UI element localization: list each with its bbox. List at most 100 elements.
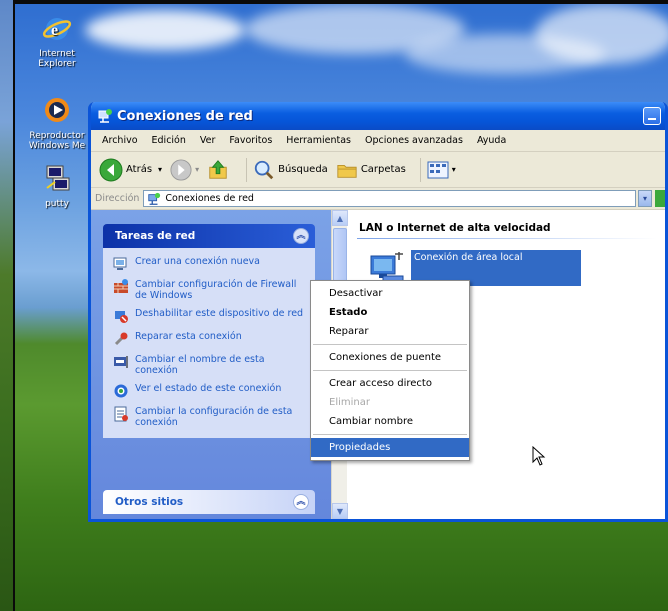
folders-button-label: Carpetas — [360, 164, 406, 175]
back-arrow-icon — [99, 158, 123, 181]
desktop-icon-label: Reproductor Windows Me — [28, 131, 86, 151]
address-field[interactable]: Conexiones de red — [143, 190, 636, 207]
network-tasks-panel: Tareas de red ︽ Crear una conexión nueva — [103, 224, 315, 438]
mouse-cursor-icon — [532, 446, 546, 466]
context-menu: Desactivar Estado Reparar Conexiones de … — [310, 280, 470, 461]
task-label: Ver el estado de este conexión — [135, 383, 282, 394]
task-firewall-settings[interactable]: Cambiar configuración de Firewall de Win… — [113, 279, 307, 301]
new-connection-icon — [113, 257, 127, 270]
task-change-settings[interactable]: Cambiar la configuración de esta conexió… — [113, 406, 307, 428]
group-divider — [357, 238, 657, 239]
task-repair-connection[interactable]: Reparar esta conexión — [113, 331, 307, 347]
menu-ver[interactable]: Ver — [193, 135, 223, 146]
task-view-status[interactable]: Ver el estado de este conexión — [113, 383, 307, 399]
collapse-chevron-icon[interactable]: ︽ — [293, 228, 309, 244]
views-dropdown-icon[interactable]: ▾ — [452, 165, 456, 174]
internet-explorer-icon: e — [42, 18, 72, 40]
menu-archivo[interactable]: Archivo — [95, 135, 145, 146]
task-label: Cambiar configuración de Firewall de Win… — [135, 279, 297, 301]
task-pane: Tareas de red ︽ Crear una conexión nueva — [91, 210, 331, 519]
toolbar-separator — [246, 157, 248, 182]
other-places-title: Otros sitios — [115, 496, 184, 508]
desktop-icon-putty[interactable]: putty — [28, 162, 86, 209]
task-label: Cambiar la configuración de esta conexió… — [135, 406, 293, 428]
menu-favoritos[interactable]: Favoritos — [222, 135, 279, 146]
back-dropdown-icon[interactable]: ▾ — [158, 165, 162, 174]
window-title: Conexiones de red — [117, 108, 253, 124]
back-button-label: Atrás — [126, 164, 153, 175]
views-button[interactable]: ▾ — [427, 160, 456, 180]
menu-item-estado[interactable]: Estado — [311, 303, 469, 322]
menu-separator — [313, 434, 467, 435]
network-tasks-title: Tareas de red — [115, 230, 196, 242]
other-places-header[interactable]: Otros sitios ︽ — [103, 490, 315, 514]
network-connections-icon — [98, 109, 112, 123]
disable-device-icon — [115, 311, 128, 323]
task-create-connection[interactable]: Crear una conexión nueva — [113, 256, 307, 272]
folders-icon — [337, 164, 357, 178]
menu-item-conexiones-de-puente[interactable]: Conexiones de puente — [311, 348, 469, 367]
go-button[interactable] — [655, 190, 665, 207]
address-label: Dirección — [95, 193, 140, 204]
views-icon — [427, 161, 449, 178]
menu-item-crear-acceso-directo[interactable]: Crear acceso directo — [311, 374, 469, 393]
network-tasks-body: Crear una conexión nueva Cambiar configu… — [103, 248, 315, 438]
menu-separator — [313, 344, 467, 345]
putty-icon — [46, 165, 70, 191]
menu-item-reparar[interactable]: Reparar — [311, 322, 469, 341]
address-value: Conexiones de red — [165, 193, 254, 204]
network-connections-icon — [148, 192, 161, 205]
up-folder-button[interactable] — [207, 159, 232, 181]
minimize-button[interactable] — [643, 107, 661, 125]
menu-herramientas[interactable]: Herramientas — [279, 135, 358, 146]
status-icon — [114, 384, 128, 398]
scroll-up-arrow-icon[interactable]: ▲ — [332, 210, 348, 226]
toolbar-separator — [419, 157, 421, 182]
desktop-icon-label: Internet Explorer — [38, 49, 76, 69]
address-bar: Dirección Conexiones de red ▾ — [91, 188, 665, 210]
menu-separator — [313, 370, 467, 371]
forward-button[interactable]: ▾ — [170, 158, 199, 181]
scroll-down-arrow-icon[interactable]: ▼ — [332, 503, 348, 519]
search-button[interactable]: Búsqueda — [253, 159, 328, 181]
back-button[interactable]: Atrás ▾ — [99, 158, 162, 182]
collapse-chevron-icon[interactable]: ︽ — [293, 494, 309, 510]
address-dropdown-button[interactable]: ▾ — [638, 190, 652, 207]
media-player-icon — [45, 98, 69, 122]
background-window-edge — [0, 0, 13, 611]
task-rename-connection[interactable]: Cambiar el nombre de esta conexión — [113, 354, 307, 376]
desktop-icon-media-player[interactable]: Reproductor Windows Me — [28, 94, 86, 151]
menu-item-desactivar[interactable]: Desactivar — [311, 284, 469, 303]
forward-arrow-icon — [170, 158, 192, 181]
task-label: Reparar esta conexión — [135, 331, 242, 342]
task-label: Deshabilitar este dispositivo de red — [135, 308, 304, 319]
folders-button[interactable]: Carpetas — [336, 159, 406, 181]
menu-item-cambiar-nombre[interactable]: Cambiar nombre — [311, 412, 469, 431]
search-icon — [254, 160, 274, 179]
task-label: Cambiar el nombre de esta conexión — [135, 354, 265, 376]
menu-item-eliminar: Eliminar — [329, 397, 370, 408]
menu-item-propiedades[interactable]: Propiedades — [311, 438, 469, 457]
other-places-panel: Otros sitios ︽ — [103, 490, 315, 514]
rename-icon — [114, 356, 128, 368]
firewall-icon — [114, 279, 128, 293]
task-disable-device[interactable]: Deshabilitar este dispositivo de red — [113, 308, 307, 324]
title-bar[interactable]: Conexiones de red — [91, 102, 665, 130]
connection-name: Conexión de área local — [414, 252, 523, 263]
task-label: Crear una conexión nueva — [135, 256, 260, 267]
network-tasks-header[interactable]: Tareas de red ︽ — [103, 224, 315, 248]
desktop-icon-label: putty — [45, 199, 69, 209]
menu-bar: Archivo Edición Ver Favoritos Herramient… — [91, 130, 665, 152]
menu-opciones-avanzadas[interactable]: Opciones avanzadas — [358, 135, 470, 146]
menu-edicion[interactable]: Edición — [145, 135, 193, 146]
group-header: LAN o Internet de alta velocidad — [359, 222, 551, 234]
desktop-icon-internet-explorer[interactable]: e Internet Explorer — [28, 12, 86, 69]
search-button-label: Búsqueda — [278, 164, 328, 175]
repair-icon — [114, 332, 128, 346]
up-folder-icon — [209, 159, 227, 179]
menu-ayuda[interactable]: Ayuda — [470, 135, 513, 146]
svg-text:e: e — [51, 22, 58, 39]
settings-icon — [114, 406, 128, 422]
forward-dropdown-icon[interactable]: ▾ — [195, 165, 199, 174]
toolbar: Atrás ▾ ▾ Búsqueda Carpetas ▾ — [91, 152, 665, 188]
